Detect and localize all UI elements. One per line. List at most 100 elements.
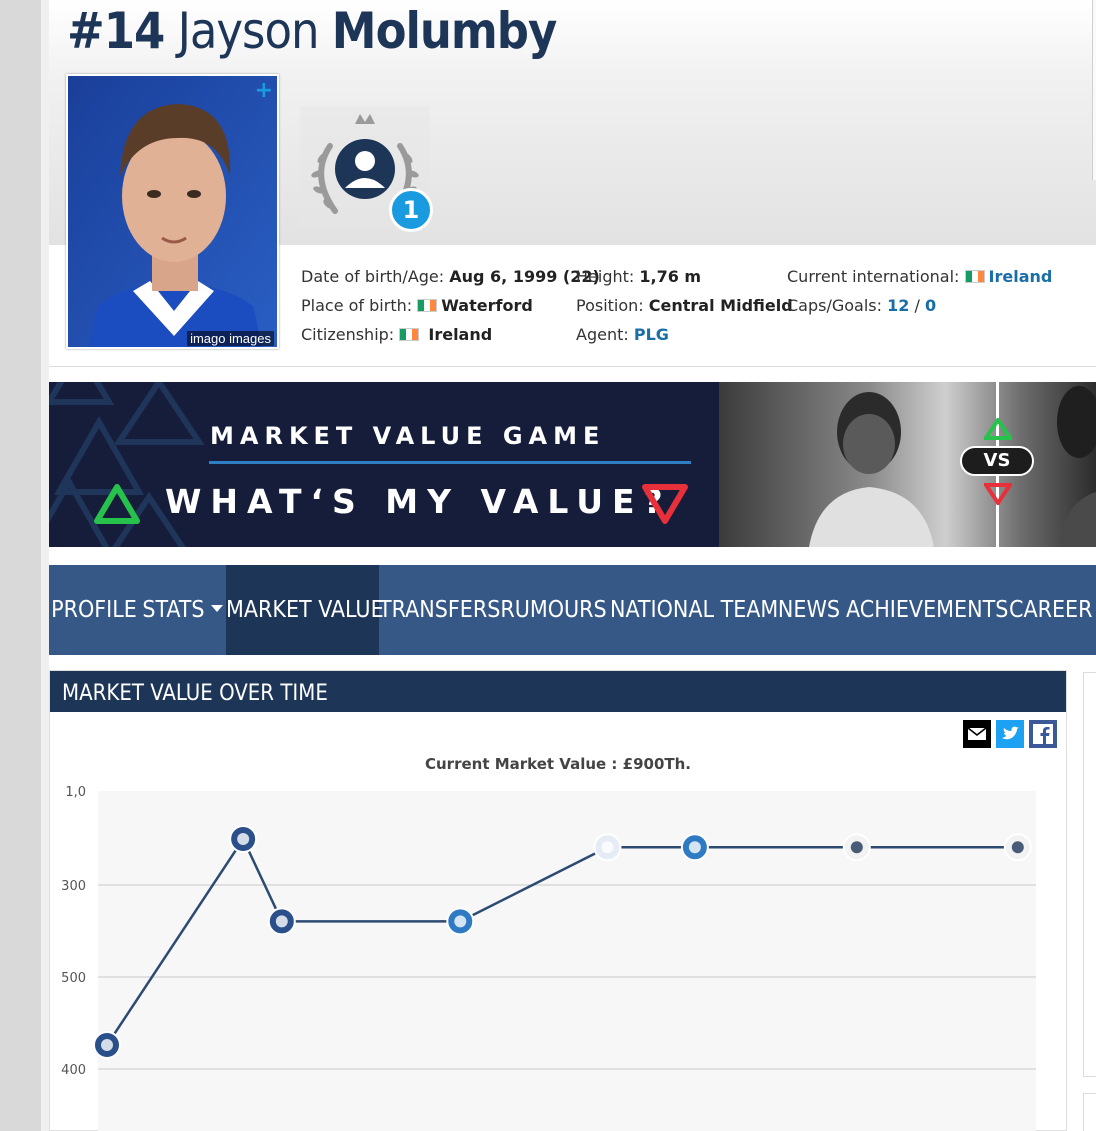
dob-label: Date of birth/Age:: [301, 267, 445, 286]
caps-row: Caps/Goals: 12 / 0: [787, 294, 1052, 323]
citizenship-row: Citizenship: Ireland: [301, 323, 600, 352]
market-value-game-banner[interactable]: MARKET VALUE GAME WHAT‘S MY VALUE? VS: [49, 382, 1096, 547]
international-row: Current international: Ireland: [787, 265, 1052, 294]
ireland-flag-icon: [417, 299, 438, 312]
tab-profile[interactable]: PROFILE: [49, 565, 139, 655]
club-crest-point[interactable]: [1003, 833, 1032, 862]
international-link[interactable]: Ireland: [989, 267, 1053, 286]
club-crest-point[interactable]: [267, 907, 296, 936]
club-crest-point[interactable]: [842, 833, 871, 862]
down-triangle-icon: [642, 484, 688, 524]
club-crest-point[interactable]: [446, 907, 475, 936]
tab-achievements-label: ACHIEVEMENTS: [846, 597, 1009, 623]
tab-rumours-label: RUMOURS: [500, 597, 607, 623]
tab-stats[interactable]: STATS: [139, 565, 226, 655]
market-value-chart[interactable]: 1,0 300 500 400: [50, 781, 1066, 1131]
club-crest-point[interactable]: [680, 833, 709, 862]
tab-transfers-label: TRANSFERS: [379, 597, 501, 623]
y-tick-label: 400: [61, 1063, 86, 1078]
position-label: Position:: [576, 296, 644, 315]
up-triangle-icon: [94, 484, 140, 524]
y-tick-label: 500: [61, 971, 86, 986]
right-panel-edge: [1092, 0, 1096, 180]
agent-link[interactable]: PLG: [634, 325, 669, 344]
banner-player-photo: [719, 382, 1096, 547]
height-value: 1,76 m: [639, 267, 702, 286]
caps-separator: /: [914, 296, 920, 315]
tab-national-team-label: NATIONAL TEAM: [610, 597, 779, 623]
facebook-icon: [1033, 724, 1053, 744]
side-panel-lower: [1083, 1093, 1096, 1131]
side-panel: [1083, 672, 1096, 1077]
facebook-share-button[interactable]: [1029, 720, 1057, 748]
market-value-box: MARKET VALUE OVER TIME Current Market Va…: [49, 670, 1067, 1131]
citizenship-value: Ireland: [428, 325, 493, 344]
tab-career[interactable]: CAREER: [1001, 565, 1096, 655]
info-column-1: Date of birth/Age: Aug 6, 1999 (22) Plac…: [301, 265, 600, 352]
tab-stats-label: STATS: [142, 597, 205, 623]
dob-row: Date of birth/Age: Aug 6, 1999 (22): [301, 265, 600, 294]
vs-badge: VS: [960, 446, 1034, 476]
vs-up-arrow-icon: [984, 418, 1012, 440]
tab-news-label: NEWS: [777, 597, 841, 623]
twitter-share-button[interactable]: [996, 720, 1024, 748]
tab-national-team[interactable]: NATIONAL TEAM: [610, 565, 778, 655]
market-value-header-title: MARKET VALUE OVER TIME: [62, 681, 328, 706]
banner-title: MARKET VALUE GAME: [210, 422, 606, 450]
info-column-3: Current international: Ireland Caps/Goal…: [787, 265, 1052, 323]
goals-link[interactable]: 0: [925, 296, 936, 315]
y-tick-labels: 1,0 300 500 400: [61, 785, 86, 1078]
vs-down-arrow-icon: [984, 483, 1012, 505]
tab-profile-label: PROFILE: [51, 597, 137, 623]
club-crest-point[interactable]: [93, 1031, 121, 1059]
y-tick-label: 300: [61, 879, 86, 894]
player-silhouettes: [809, 386, 1096, 547]
award-count-badge[interactable]: 1: [389, 188, 433, 232]
chart-title: Current Market Value : £900Th.: [424, 755, 691, 773]
citizenship-label: Citizenship:: [301, 325, 395, 344]
tab-rumours[interactable]: RUMOURS: [497, 565, 610, 655]
player-name: #14 Jayson Molumby: [67, 2, 558, 60]
club-crest-point[interactable]: [229, 825, 258, 853]
player-number: #14: [67, 2, 165, 60]
position-value: Central Midfield: [648, 296, 793, 315]
caps-link[interactable]: 12: [887, 296, 909, 315]
pob-label: Place of birth:: [301, 296, 413, 315]
player-photo[interactable]: + imago images: [66, 74, 279, 349]
triangle-pattern: [49, 382, 809, 547]
ireland-flag-icon: [964, 270, 985, 283]
tab-career-label: CAREER: [1009, 597, 1093, 623]
international-label: Current international:: [787, 267, 960, 286]
pob-row: Place of birth: Waterford: [301, 294, 600, 323]
photo-credit: imago images: [187, 331, 274, 346]
height-label: Height:: [576, 267, 635, 286]
tab-market-value-label: MARKET VALUE: [226, 597, 384, 623]
left-gutter: [0, 0, 41, 1131]
market-value-header: MARKET VALUE OVER TIME: [50, 671, 1066, 712]
email-share-button[interactable]: [963, 720, 991, 748]
gutter-line: [41, 0, 49, 1131]
player-portrait-image: [68, 76, 277, 347]
info-column-2: Height: 1,76 m Position: Central Midfiel…: [576, 265, 793, 352]
tab-news[interactable]: NEWS: [772, 565, 846, 655]
add-photo-icon[interactable]: +: [255, 78, 273, 103]
banner-underline: [209, 461, 691, 464]
twitter-icon: [1002, 726, 1019, 740]
agent-row: Agent: PLG: [576, 323, 793, 352]
player-first-name: Jayson: [177, 2, 320, 60]
player-last-name: Molumby: [331, 2, 558, 60]
tab-market-value[interactable]: MARKET VALUE: [226, 565, 384, 655]
mail-icon: [967, 727, 987, 740]
chevron-down-icon: [210, 605, 223, 612]
agent-label: Agent:: [576, 325, 629, 344]
banner-subtitle: WHAT‘S MY VALUE?: [165, 482, 672, 521]
tab-transfers[interactable]: TRANSFERS: [379, 565, 501, 655]
caps-label: Caps/Goals:: [787, 296, 883, 315]
pob-value: Waterford: [441, 296, 533, 315]
height-row: Height: 1,76 m: [576, 265, 793, 294]
ireland-flag-icon: [399, 328, 420, 341]
y-tick-label: 1,0: [65, 785, 86, 800]
club-crest-point[interactable]: [593, 833, 622, 862]
player-nav: PROFILE STATS MARKET VALUE TRANSFERS RUM…: [49, 565, 1096, 655]
tab-achievements[interactable]: ACHIEVEMENTS: [846, 565, 1008, 655]
